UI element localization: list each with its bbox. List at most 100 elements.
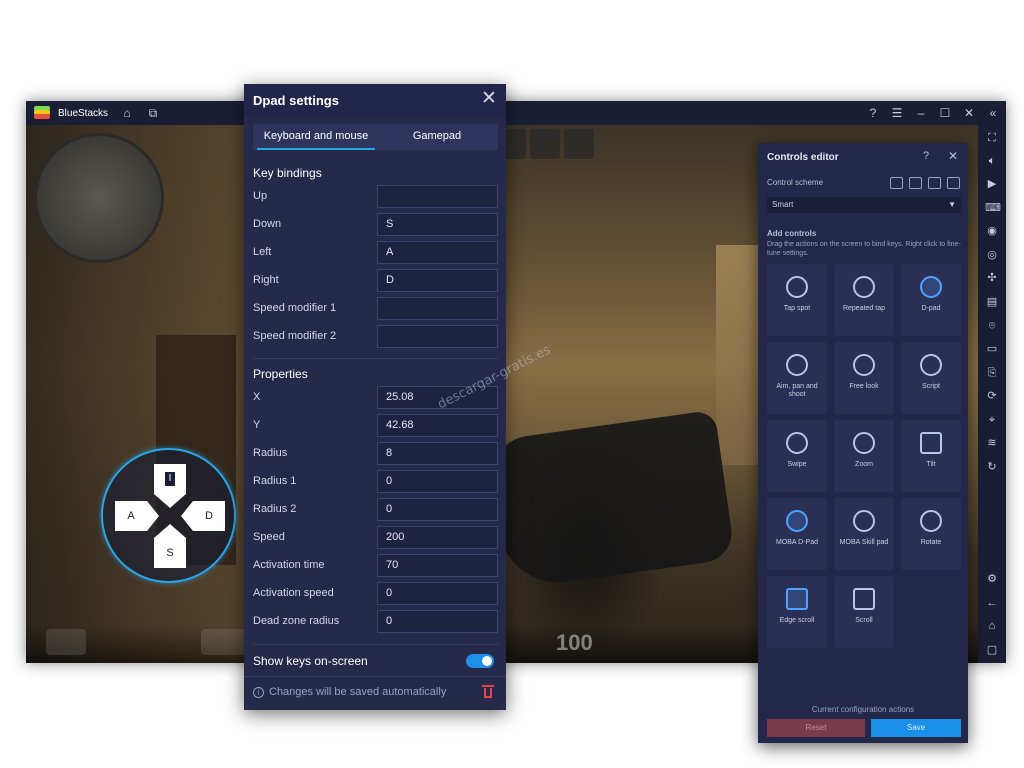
script-icon bbox=[920, 354, 942, 376]
binding-label-up: Up bbox=[253, 190, 268, 202]
prop-input-radius[interactable]: 8 bbox=[377, 442, 498, 465]
show-keys-label: Show keys on-screen bbox=[253, 654, 368, 668]
apk-icon[interactable]: ⎘ bbox=[985, 366, 999, 380]
dpad-left-key[interactable]: A bbox=[115, 501, 159, 531]
input-mode-tabs: Keyboard and mouse Gamepad bbox=[253, 124, 498, 150]
eco-icon[interactable]: ⟳ bbox=[985, 389, 999, 403]
multi-instance-icon[interactable]: ⧉ bbox=[146, 106, 160, 121]
media-icon[interactable]: ▶ bbox=[985, 177, 999, 191]
binding-input-speed-mod-1[interactable] bbox=[377, 297, 498, 320]
tab-gamepad[interactable]: Gamepad bbox=[379, 124, 495, 150]
menu-icon[interactable]: ☰ bbox=[890, 106, 904, 120]
camera-icon[interactable]: ⌾ bbox=[985, 319, 999, 333]
properties-title: Properties bbox=[253, 367, 308, 381]
keyboard-icon[interactable]: ⌨ bbox=[985, 201, 1001, 215]
prop-input-activation-speed[interactable]: 0 bbox=[377, 582, 498, 605]
home-icon[interactable]: ⌂ bbox=[120, 106, 134, 120]
dpad-right-key[interactable]: D bbox=[181, 501, 225, 531]
binding-input-speed-mod-2[interactable] bbox=[377, 325, 498, 348]
record-icon[interactable]: ◉ bbox=[985, 224, 999, 238]
tile-label: Tap spot bbox=[783, 305, 811, 312]
trash-icon[interactable] bbox=[482, 684, 496, 700]
settings-icon[interactable]: ⚙ bbox=[985, 572, 999, 586]
tile-scroll[interactable]: Scroll bbox=[834, 576, 894, 648]
section-divider bbox=[253, 358, 498, 359]
folder-icon[interactable]: ▭ bbox=[985, 342, 999, 356]
help-icon[interactable]: ? bbox=[866, 106, 880, 120]
prop-input-radius-1[interactable]: 0 bbox=[377, 470, 498, 493]
tile-script[interactable]: Script bbox=[901, 342, 961, 414]
prop-label-x: X bbox=[253, 391, 261, 403]
import-icon[interactable] bbox=[928, 177, 941, 189]
tile-free-look[interactable]: Free look bbox=[834, 342, 894, 414]
tile-repeated-tap[interactable]: Repeated tap bbox=[834, 264, 894, 336]
add-controls-label: Add controls bbox=[767, 229, 817, 238]
export-icon[interactable] bbox=[909, 177, 922, 189]
tile-dpad[interactable]: D-pad bbox=[901, 264, 961, 336]
rotate-icon bbox=[920, 510, 942, 532]
macro-icon[interactable]: ◎ bbox=[985, 248, 999, 262]
sync-icon[interactable]: ↻ bbox=[985, 460, 999, 474]
swipe-icon bbox=[786, 432, 808, 454]
tile-aim[interactable]: Aim, pan and shoot bbox=[767, 342, 827, 414]
control-scheme-select[interactable]: Smart ▼ bbox=[767, 197, 961, 213]
home-nav-icon[interactable]: ⌂ bbox=[985, 619, 999, 633]
tile-label: D-pad bbox=[921, 305, 941, 312]
reset-button[interactable]: Reset bbox=[767, 719, 865, 737]
close-icon[interactable]: ✕ bbox=[479, 89, 499, 109]
tile-label: Tilt bbox=[926, 461, 936, 468]
prop-input-speed[interactable]: 200 bbox=[377, 526, 498, 549]
tile-label: Aim, pan and shoot bbox=[776, 383, 818, 398]
help-icon[interactable]: ? bbox=[923, 150, 929, 162]
minimize-icon[interactable]: – bbox=[914, 106, 928, 120]
binding-input-right[interactable]: D bbox=[377, 269, 498, 292]
volume-icon[interactable]: 🔈︎ bbox=[985, 154, 999, 168]
back-icon[interactable]: ← bbox=[985, 596, 999, 610]
tile-moba-dpad[interactable]: MOBA D-Pad bbox=[767, 498, 827, 570]
close-icon[interactable]: ✕ bbox=[948, 149, 958, 163]
prop-input-activation-time[interactable]: 70 bbox=[377, 554, 498, 577]
tile-swipe[interactable]: Swipe bbox=[767, 420, 827, 492]
collapse-icon[interactable]: « bbox=[986, 106, 1000, 120]
dpad-down-key[interactable]: S bbox=[154, 524, 186, 568]
close-icon[interactable]: ✕ bbox=[962, 106, 976, 120]
maximize-icon[interactable]: ☐ bbox=[938, 106, 952, 120]
layers-icon[interactable]: ≋ bbox=[985, 436, 999, 450]
dpad-up-key[interactable]: I bbox=[154, 464, 186, 508]
tile-edge-scroll[interactable]: Edge scroll bbox=[767, 576, 827, 648]
aim-icon bbox=[786, 354, 808, 376]
prop-input-y[interactable]: 42.68 bbox=[377, 414, 498, 437]
tile-rotate[interactable]: Rotate bbox=[901, 498, 961, 570]
prop-label-y: Y bbox=[253, 419, 261, 431]
screenshot-icon[interactable]: ▤ bbox=[985, 295, 999, 309]
save-button[interactable]: Save bbox=[871, 719, 961, 737]
edge-scroll-icon bbox=[786, 588, 808, 610]
binding-label-speed-mod-2: Speed modifier 2 bbox=[253, 330, 337, 342]
tile-moba-skill[interactable]: MOBA Skill pad bbox=[834, 498, 894, 570]
bluestacks-sidebar: ⛶ 🔈︎ ▶ ⌨ ◉ ◎ ✣ ▤ ⌾ ▭ ⎘ ⟳ ⌖ ≋ ↻ ⚙ ← ⌂ ▢ bbox=[978, 125, 1006, 663]
tile-tap-spot[interactable]: Tap spot bbox=[767, 264, 827, 336]
binding-input-left[interactable]: A bbox=[377, 241, 498, 264]
location-icon[interactable]: ⌖ bbox=[985, 413, 999, 427]
key-bindings-title: Key bindings bbox=[253, 166, 322, 180]
prop-input-radius-2[interactable]: 0 bbox=[377, 498, 498, 521]
controls-editor-header: Controls editor ? ✕ bbox=[758, 143, 968, 171]
tile-tilt[interactable]: Tilt bbox=[901, 420, 961, 492]
show-keys-toggle[interactable] bbox=[466, 654, 494, 668]
tile-zoom[interactable]: Zoom bbox=[834, 420, 894, 492]
binding-input-up[interactable] bbox=[377, 185, 498, 208]
gamepad-icon[interactable]: ✣ bbox=[985, 271, 999, 285]
cloud-icon[interactable] bbox=[890, 177, 903, 189]
recent-icon[interactable]: ▢ bbox=[985, 643, 999, 657]
moba-skill-icon bbox=[853, 510, 875, 532]
scroll-icon bbox=[853, 588, 875, 610]
folder-icon[interactable] bbox=[947, 177, 960, 189]
fullscreen-icon[interactable]: ⛶ bbox=[985, 131, 999, 145]
tab-keyboard-mouse[interactable]: Keyboard and mouse bbox=[257, 124, 375, 150]
bluestacks-logo bbox=[34, 106, 50, 120]
prop-input-dead-zone[interactable]: 0 bbox=[377, 610, 498, 633]
dpad-control[interactable]: I A D S bbox=[101, 448, 236, 583]
binding-input-down[interactable]: S bbox=[377, 213, 498, 236]
binding-label-speed-mod-1: Speed modifier 1 bbox=[253, 302, 337, 314]
footer-divider bbox=[244, 676, 506, 677]
